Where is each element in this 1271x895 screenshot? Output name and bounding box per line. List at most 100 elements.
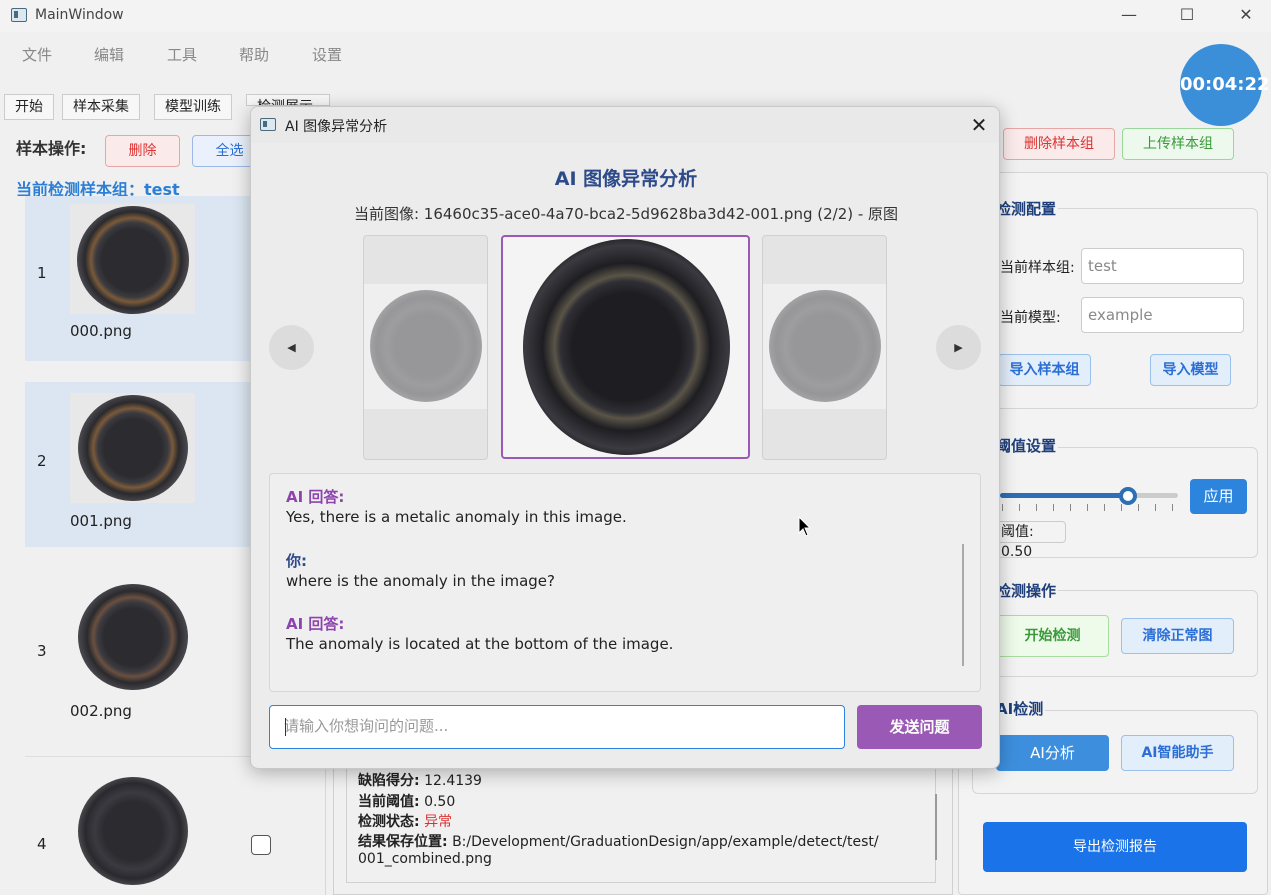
next-image-button[interactable]: ▶ bbox=[936, 325, 981, 370]
dialog-close-icon[interactable]: ✕ bbox=[965, 111, 993, 139]
score-line: 缺陷得分: 12.4139 bbox=[358, 770, 482, 790]
threshold-slider[interactable] bbox=[1000, 493, 1178, 498]
sample-checkbox[interactable] bbox=[251, 835, 271, 855]
import-group-button[interactable]: 导入样本组 bbox=[998, 354, 1091, 386]
import-model-button[interactable]: 导入模型 bbox=[1150, 354, 1231, 386]
chat-message: Yes, there is a metalic anomaly in this … bbox=[286, 508, 627, 526]
model-field-label: 当前模型: bbox=[1000, 310, 1061, 326]
menu-file[interactable]: 文件 bbox=[22, 44, 52, 65]
main-image-card[interactable] bbox=[501, 235, 750, 459]
sample-index: 2 bbox=[37, 452, 47, 470]
apply-button[interactable]: 应用 bbox=[1190, 479, 1247, 514]
path-line: 结果保存位置: B:/Development/GraduationDesign/… bbox=[358, 831, 879, 851]
mouse-cursor-icon bbox=[798, 516, 812, 537]
prev-image-button[interactable]: ◀ bbox=[269, 325, 314, 370]
slider-tick bbox=[1053, 504, 1054, 511]
list-item[interactable]: 4 bbox=[25, 756, 325, 895]
threshold-label: 当前阈值: bbox=[358, 794, 420, 810]
sample-filename: 000.png bbox=[70, 322, 132, 340]
maximize-button[interactable]: ☐ bbox=[1172, 4, 1202, 26]
status-label: 检测状态: bbox=[358, 814, 420, 830]
dialog-app-icon bbox=[260, 118, 276, 131]
dialog-title-bar: AI 图像异常分析 ✕ bbox=[251, 107, 999, 143]
tab-model-training[interactable]: 模型训练 bbox=[154, 94, 232, 120]
minimize-button[interactable]: — bbox=[1114, 4, 1144, 26]
app-icon bbox=[11, 8, 27, 22]
prev-image-card[interactable] bbox=[363, 235, 488, 460]
threshold-title: 阈值设置 bbox=[994, 435, 1059, 456]
clear-normal-button[interactable]: 清除正常图 bbox=[1121, 618, 1234, 654]
path-line-2: 001_combined.png bbox=[358, 851, 492, 867]
chat-scrollbar[interactable] bbox=[962, 544, 964, 666]
sample-filename: 001.png bbox=[70, 512, 132, 530]
ai-analyze-button[interactable]: AI分析 bbox=[996, 735, 1109, 771]
threshold-line-value: 0.50 bbox=[424, 794, 456, 810]
chat-speaker-user: 你: bbox=[286, 552, 307, 570]
sample-index: 1 bbox=[37, 264, 47, 282]
slider-tick bbox=[1155, 504, 1156, 511]
ai-analysis-dialog: AI 图像异常分析 ✕ AI 图像异常分析 当前图像: 16460c35-ace… bbox=[250, 106, 1000, 769]
dialog-title: AI 图像异常分析 bbox=[285, 119, 388, 135]
tab-sample-collection[interactable]: 样本采集 bbox=[62, 94, 140, 120]
send-question-button[interactable]: 发送问题 bbox=[857, 705, 982, 749]
threshold-slider-handle[interactable] bbox=[1119, 487, 1137, 505]
menu-help[interactable]: 帮助 bbox=[239, 44, 269, 65]
start-detection-button[interactable]: 开始检测 bbox=[996, 615, 1109, 657]
path-value: B:/Development/GraduationDesign/app/exam… bbox=[452, 834, 879, 850]
close-button[interactable]: ✕ bbox=[1231, 4, 1261, 26]
slider-tick bbox=[1087, 504, 1088, 511]
threshold-line: 当前阈值: 0.50 bbox=[358, 791, 455, 811]
model-field[interactable]: example bbox=[1081, 297, 1244, 333]
ai-assistant-button[interactable]: AI智能助手 bbox=[1121, 735, 1234, 771]
delete-group-button[interactable]: 删除样本组 bbox=[1003, 128, 1115, 160]
threshold-value: 阈值: 0.50 bbox=[996, 521, 1066, 560]
delete-button[interactable]: 删除 bbox=[105, 135, 180, 167]
menu-settings[interactable]: 设置 bbox=[312, 44, 342, 65]
slider-tick bbox=[1019, 504, 1020, 511]
export-report-button[interactable]: 导出检测报告 bbox=[983, 822, 1247, 872]
menu-tools[interactable]: 工具 bbox=[167, 44, 197, 65]
slider-tick bbox=[1104, 504, 1105, 511]
slider-tick bbox=[1002, 504, 1003, 511]
current-image-label: 当前图像: 16460c35-ace0-4a70-bca2-5d9628ba3d… bbox=[353, 205, 899, 223]
sample-thumbnail bbox=[70, 582, 195, 692]
next-image-card[interactable] bbox=[762, 235, 887, 460]
tab-start[interactable]: 开始 bbox=[4, 94, 54, 120]
status-line: 检测状态: 异常 bbox=[358, 811, 452, 831]
group-field-label: 当前样本组: bbox=[1000, 260, 1075, 276]
question-placeholder: 请输入你想询问的问题... bbox=[284, 717, 449, 735]
slider-tick bbox=[1036, 504, 1037, 511]
sample-thumbnail bbox=[70, 393, 195, 503]
dialog-heading: AI 图像异常分析 bbox=[554, 168, 698, 190]
slider-tick bbox=[1121, 504, 1122, 511]
slider-tick bbox=[1172, 504, 1173, 511]
question-input[interactable]: 请输入你想询问的问题... bbox=[269, 705, 845, 749]
sample-filename: 002.png bbox=[70, 702, 132, 720]
status-value: 异常 bbox=[424, 814, 453, 830]
tab-detection-display[interactable]: 检测展示 bbox=[246, 94, 330, 106]
menu-edit[interactable]: 编辑 bbox=[94, 44, 124, 65]
slider-ticks bbox=[1002, 504, 1173, 512]
sample-index: 4 bbox=[37, 835, 47, 853]
sample-index: 3 bbox=[37, 642, 47, 660]
group-field[interactable]: test bbox=[1081, 248, 1244, 284]
result-text-area[interactable]: 缺陷得分: 12.4139 当前阈值: 0.50 检测状态: 异常 结果保存位置… bbox=[346, 767, 937, 883]
result-scrollbar[interactable] bbox=[935, 794, 937, 860]
chat-history[interactable]: AI 回答: Yes, there is a metalic anomaly i… bbox=[269, 473, 981, 692]
text-caret bbox=[285, 718, 286, 736]
chat-speaker-ai: AI 回答: bbox=[286, 615, 345, 633]
result-panel: 缺陷得分: 12.4139 当前阈值: 0.50 检测状态: 异常 结果保存位置… bbox=[333, 767, 953, 895]
chat-message: The anomaly is located at the bottom of … bbox=[286, 635, 674, 653]
config-title: 检测配置 bbox=[994, 198, 1059, 219]
path-label: 结果保存位置: bbox=[358, 834, 448, 850]
slider-tick bbox=[1138, 504, 1139, 511]
upload-group-button[interactable]: 上传样本组 bbox=[1122, 128, 1234, 160]
sample-thumbnail bbox=[70, 775, 195, 885]
chat-speaker-ai: AI 回答: bbox=[286, 488, 345, 506]
menu-bar: 文件 编辑 工具 帮助 设置 bbox=[0, 32, 1271, 76]
slider-tick bbox=[1070, 504, 1071, 511]
score-label: 缺陷得分: bbox=[358, 773, 420, 789]
ai-title: AI检测 bbox=[994, 698, 1046, 719]
score-value: 12.4139 bbox=[424, 773, 482, 789]
sample-thumbnail bbox=[70, 204, 195, 314]
